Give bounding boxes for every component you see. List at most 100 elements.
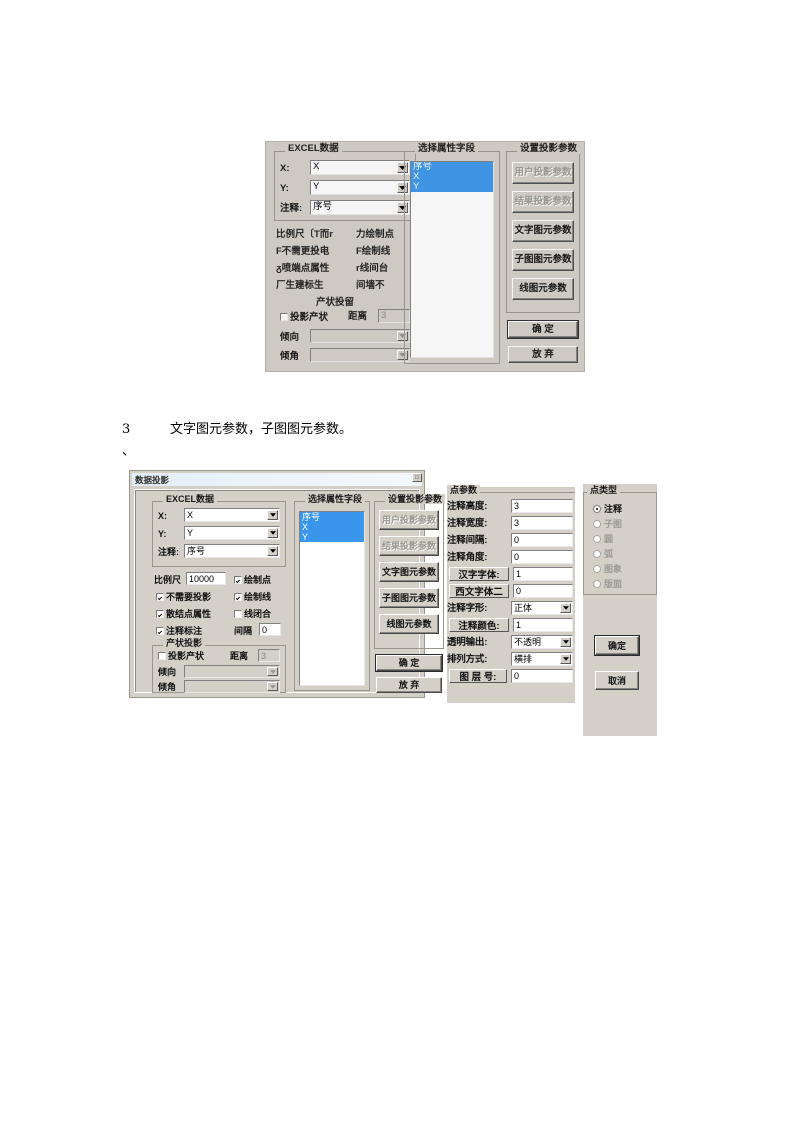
project-attitude-checkbox-top[interactable]: 投影产状 bbox=[280, 312, 328, 323]
field-listbox[interactable]: 序号 X Y bbox=[299, 511, 365, 686]
user-projection-params-button[interactable]: 用户投影参数 bbox=[379, 510, 439, 530]
dip-direction-combo-top[interactable] bbox=[310, 329, 410, 343]
annotation-label-top: 注释: bbox=[280, 203, 303, 214]
y-label-top: Y: bbox=[280, 183, 289, 194]
list-item[interactable]: Y bbox=[300, 532, 364, 542]
result-projection-params-button-top[interactable]: 结果投影参数 bbox=[512, 191, 574, 213]
line-element-params-button-top[interactable]: 线图元参数 bbox=[512, 278, 574, 300]
western-font-field[interactable]: 0 bbox=[513, 584, 573, 598]
radio-dot bbox=[593, 520, 601, 528]
dip-angle-label-top: 倾角 bbox=[280, 351, 300, 362]
annotation-angle-field[interactable]: 0 bbox=[511, 550, 573, 564]
text-element-params-button[interactable]: 文字图元参数 bbox=[379, 562, 439, 582]
ok-button[interactable]: 确 定 bbox=[376, 655, 442, 671]
dip-angle-combo[interactable] bbox=[184, 680, 280, 693]
checkbox-box bbox=[156, 610, 164, 618]
point-type-option-subgraph[interactable]: 子图 bbox=[593, 519, 622, 530]
option-text-top-3: F绘制线 bbox=[356, 246, 391, 257]
annotation-combo[interactable]: 序号 bbox=[184, 544, 280, 558]
point-params-title: 点参数 bbox=[447, 485, 481, 495]
result-projection-params-button[interactable]: 结果投影参数 bbox=[379, 536, 439, 556]
chevron-down-icon[interactable] bbox=[560, 637, 571, 647]
no-projection-checkbox[interactable]: 不需要投影 bbox=[156, 592, 211, 603]
annotation-width-label: 注释宽度: bbox=[447, 518, 488, 529]
ok-button-top[interactable]: 确 定 bbox=[508, 321, 578, 338]
chevron-down-icon[interactable] bbox=[267, 667, 278, 676]
text-element-params-button-top[interactable]: 文字图元参数 bbox=[512, 220, 574, 242]
attitude-group-title-top: 产状投留 bbox=[316, 297, 355, 308]
cancel-button-top[interactable]: 放 弃 bbox=[508, 346, 578, 363]
list-item[interactable]: X bbox=[300, 522, 364, 532]
scale-label: 比例尺 bbox=[154, 575, 182, 585]
transparent-output-combo[interactable]: 不透明 bbox=[511, 635, 573, 649]
annotation-color-field[interactable]: 1 bbox=[513, 618, 573, 632]
annotation-marking-checkbox[interactable]: 注释标注 bbox=[156, 626, 202, 637]
line-element-params-button[interactable]: 线图元参数 bbox=[379, 614, 439, 634]
chinese-font-row: 汉字字体: 1 bbox=[447, 567, 575, 582]
arrangement-combo[interactable]: 横排 bbox=[511, 652, 573, 666]
point-type-label-annotation: 注释 bbox=[604, 504, 623, 514]
y-combo-top[interactable]: Y bbox=[310, 180, 410, 195]
x-combo-top[interactable]: X bbox=[310, 160, 410, 175]
annotation-style-combo[interactable]: 正体 bbox=[511, 601, 573, 615]
field-listbox-top[interactable]: 序号 X Y bbox=[410, 161, 494, 358]
option-text-top-7: 间墙不 bbox=[356, 280, 385, 291]
project-attitude-label-top: 投影产状 bbox=[290, 312, 329, 323]
point-type-label-arc: 弧 bbox=[604, 549, 614, 559]
draw-lines-checkbox[interactable]: 绘制线 bbox=[234, 592, 271, 603]
chevron-down-icon[interactable] bbox=[560, 654, 571, 664]
list-item[interactable]: X bbox=[411, 172, 493, 182]
annotation-combo-top[interactable]: 序号 bbox=[310, 200, 410, 215]
trailing-mark: 、 bbox=[122, 444, 136, 459]
point-type-option-layout[interactable]: 版面 bbox=[593, 579, 622, 590]
annotation-color-button[interactable]: 注释颜色: bbox=[449, 618, 509, 632]
chinese-font-button[interactable]: 汉字字体: bbox=[449, 567, 509, 581]
layer-number-button[interactable]: 图 层 号: bbox=[449, 669, 507, 683]
radio-dot bbox=[593, 565, 601, 573]
subgraph-element-params-button-top[interactable]: 子图图元参数 bbox=[512, 249, 574, 271]
user-projection-params-button-top[interactable]: 用户投影参数 bbox=[512, 162, 574, 184]
x-combo[interactable]: X bbox=[184, 508, 280, 522]
western-font-button[interactable]: 西文字体二 bbox=[449, 584, 509, 598]
excel-data-group-title-top: EXCEL数据 bbox=[285, 144, 342, 154]
cancel-button[interactable]: 放 弃 bbox=[376, 677, 442, 693]
subgraph-element-params-button[interactable]: 子图图元参数 bbox=[379, 588, 439, 608]
chevron-down-icon[interactable] bbox=[560, 603, 571, 613]
list-item[interactable]: Y bbox=[411, 182, 493, 192]
layer-number-field[interactable]: 0 bbox=[511, 669, 573, 683]
annotation-width-field[interactable]: 3 bbox=[511, 516, 573, 530]
distance-field[interactable]: 3 bbox=[258, 649, 280, 662]
annotation-height-field[interactable]: 3 bbox=[511, 499, 573, 513]
node-attribute-checkbox[interactable]: 散结点属性 bbox=[156, 609, 211, 620]
chevron-down-icon[interactable] bbox=[267, 546, 278, 556]
dip-direction-combo[interactable] bbox=[184, 665, 280, 678]
option-text-top-0: 比例尺〔T而r bbox=[276, 229, 334, 240]
dip-angle-combo-top[interactable] bbox=[310, 348, 410, 362]
point-type-option-annotation[interactable]: 注释 bbox=[593, 504, 622, 515]
annotation-spacing-field[interactable]: 0 bbox=[511, 533, 573, 547]
interval-field[interactable]: 0 bbox=[259, 623, 281, 636]
annotation-combo-value-top: 序号 bbox=[313, 201, 333, 212]
list-item[interactable]: 序号 bbox=[411, 162, 493, 172]
dialog-titlebar[interactable]: 数据投影 bbox=[132, 473, 422, 486]
point-type-cancel-button[interactable]: 取消 bbox=[595, 671, 639, 690]
point-type-option-image[interactable]: 图象 bbox=[593, 564, 622, 575]
chevron-down-icon[interactable] bbox=[267, 682, 278, 691]
line-closed-checkbox[interactable]: 线闭合 bbox=[234, 609, 271, 620]
scale-field[interactable]: 10000 bbox=[186, 572, 226, 585]
project-attitude-checkbox[interactable]: 投影产状 bbox=[158, 651, 204, 662]
list-item[interactable]: 序号 bbox=[300, 512, 364, 522]
attitude-projection-title: 产状投影 bbox=[163, 638, 206, 648]
transparent-output-label: 透明输出: bbox=[447, 637, 488, 648]
close-icon[interactable]: □ bbox=[412, 473, 422, 482]
no-projection-label: 不需要投影 bbox=[166, 592, 212, 602]
annotation-angle-row: 注释角度: 0 bbox=[447, 550, 575, 565]
draw-points-checkbox[interactable]: 绘制点 bbox=[234, 575, 271, 586]
point-type-option-circle[interactable]: 圆 bbox=[593, 534, 613, 545]
chinese-font-field[interactable]: 1 bbox=[513, 567, 573, 581]
y-combo[interactable]: Y bbox=[184, 526, 280, 540]
point-type-ok-button[interactable]: 确定 bbox=[595, 636, 639, 655]
chevron-down-icon[interactable] bbox=[267, 528, 278, 538]
chevron-down-icon[interactable] bbox=[267, 510, 278, 520]
point-type-option-arc[interactable]: 弧 bbox=[593, 549, 613, 560]
